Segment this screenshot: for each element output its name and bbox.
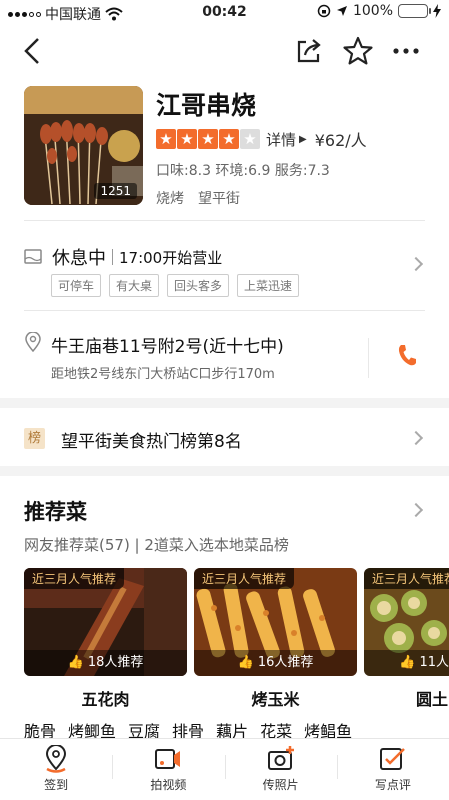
- address-divider: [368, 338, 369, 378]
- dish-card[interactable]: 近三月人气推荐 👍 11人: [364, 568, 449, 676]
- tab-label: 签到: [44, 778, 69, 792]
- business-status: 休息中: [52, 248, 106, 269]
- divider: [24, 310, 425, 311]
- ranking-chevron-icon[interactable]: [408, 430, 424, 446]
- dish-likes-count: 18人推荐: [87, 655, 144, 670]
- dish-badge: 近三月人气推荐: [194, 568, 295, 589]
- shop-category-line: 烧烤 望平街: [156, 188, 240, 208]
- dish-card[interactable]: 近三月人气推荐 👍 16人推荐: [194, 568, 357, 676]
- business-hours-row[interactable]: 休息中 17:00开始营业: [24, 244, 222, 270]
- shop-hours-icon: [24, 249, 42, 264]
- check-in-pin-icon: [46, 745, 67, 773]
- feature-tag: 上菜迅速: [237, 274, 300, 297]
- tab-label: 拍视频: [150, 778, 187, 792]
- status-right: 100%: [317, 3, 441, 19]
- dish-badge: 近三月人气推荐: [364, 568, 449, 589]
- rotation-lock-icon: [317, 4, 331, 18]
- dish-likes: 👍 18人推荐: [24, 650, 187, 676]
- opening-time: 17:00开始营业: [119, 248, 223, 267]
- ranking-text[interactable]: 望平街美食热门榜第8名: [61, 427, 242, 452]
- recommend-subtitle[interactable]: 网友推荐菜(57) | 2道菜入选本地菜品榜: [24, 534, 289, 555]
- status-separator: [112, 249, 113, 265]
- tab-write-review[interactable]: 写点评: [336, 739, 449, 800]
- dish-likes: 👍 11人: [364, 650, 449, 676]
- write-review-icon: [379, 748, 405, 770]
- shop-name: 江哥串烧: [156, 91, 257, 120]
- dish-badge: 近三月人气推荐: [24, 568, 125, 589]
- charging-icon: [433, 4, 441, 18]
- divider: [24, 220, 425, 221]
- sub-scores: 口味:8.3 环境:6.9 服务:7.3: [156, 163, 330, 179]
- shop-address[interactable]: 牛王庙巷11号附2号(近十七中): [51, 332, 284, 357]
- photo-camera-icon: [267, 746, 294, 770]
- battery-icon: [398, 4, 431, 18]
- star-icon: ★: [177, 129, 197, 149]
- favorite-star-icon[interactable]: [342, 36, 374, 66]
- dish-likes-count: 11人: [419, 655, 449, 670]
- back-icon[interactable]: [18, 36, 48, 66]
- phone-icon[interactable]: [397, 343, 417, 367]
- details-arrow-icon: ▶: [299, 133, 307, 145]
- tab-label: 写点评: [374, 778, 411, 792]
- bottom-action-bar: 签到 拍视频 传照片 写点评: [0, 738, 449, 800]
- dish-name[interactable]: 五花肉: [24, 686, 187, 710]
- share-icon[interactable]: [294, 36, 324, 66]
- details-link[interactable]: 详情: [266, 129, 296, 150]
- tab-check-in[interactable]: 签到: [0, 739, 112, 800]
- star-icon: ★: [156, 129, 176, 149]
- shop-area: 望平街: [198, 191, 240, 207]
- video-camera-icon: [155, 749, 181, 769]
- subway-distance: 距地铁2号线东门大桥站C口步行170m: [51, 367, 275, 382]
- shop-photo[interactable]: 1251: [24, 86, 143, 205]
- section-gap: [0, 466, 449, 476]
- tab-label: 传照片: [262, 778, 299, 792]
- dish-name[interactable]: 烤玉米: [194, 686, 357, 710]
- location-pin-icon: [25, 332, 41, 352]
- dish-likes-count: 16人推荐: [257, 655, 314, 670]
- shop-category: 烧烤: [156, 191, 184, 207]
- ranking-badge-icon: 榜: [24, 428, 45, 449]
- dish-likes: 👍 16人推荐: [194, 650, 357, 676]
- more-icon[interactable]: [390, 36, 422, 66]
- hours-chevron-icon[interactable]: [408, 256, 424, 272]
- star-icon: ★: [219, 129, 239, 149]
- rating-row[interactable]: ★ ★ ★ ★ ★ 详情 ▶ ¥62/人: [156, 128, 367, 150]
- section-gap: [0, 398, 449, 408]
- feature-tag: 有大桌: [109, 274, 160, 297]
- dish-card[interactable]: 近三月人气推荐 👍 18人推荐: [24, 568, 187, 676]
- battery-percent: 100%: [352, 3, 393, 19]
- feature-tags: 可停车 有大桌 回头客多 上菜迅速: [51, 274, 300, 297]
- recommend-chevron-icon[interactable]: [408, 502, 424, 518]
- feature-tag: 可停车: [51, 274, 102, 297]
- top-nav: [0, 30, 449, 74]
- feature-tag: 回头客多: [167, 274, 230, 297]
- star-icon: ★: [198, 129, 218, 149]
- star-icon: ★: [240, 129, 260, 149]
- tab-upload-photo[interactable]: 传照片: [224, 739, 337, 800]
- location-arrow-icon: [336, 6, 347, 16]
- tab-shoot-video[interactable]: 拍视频: [112, 739, 224, 800]
- average-price: ¥62/人: [314, 131, 367, 150]
- status-bar: 中国联通 00:42 100%: [0, 0, 449, 24]
- dish-name[interactable]: 圆土: [364, 686, 449, 710]
- recommend-title: 推荐菜: [24, 500, 87, 524]
- star-rating: ★ ★ ★ ★ ★: [156, 129, 260, 149]
- photo-count: 1251: [94, 183, 137, 199]
